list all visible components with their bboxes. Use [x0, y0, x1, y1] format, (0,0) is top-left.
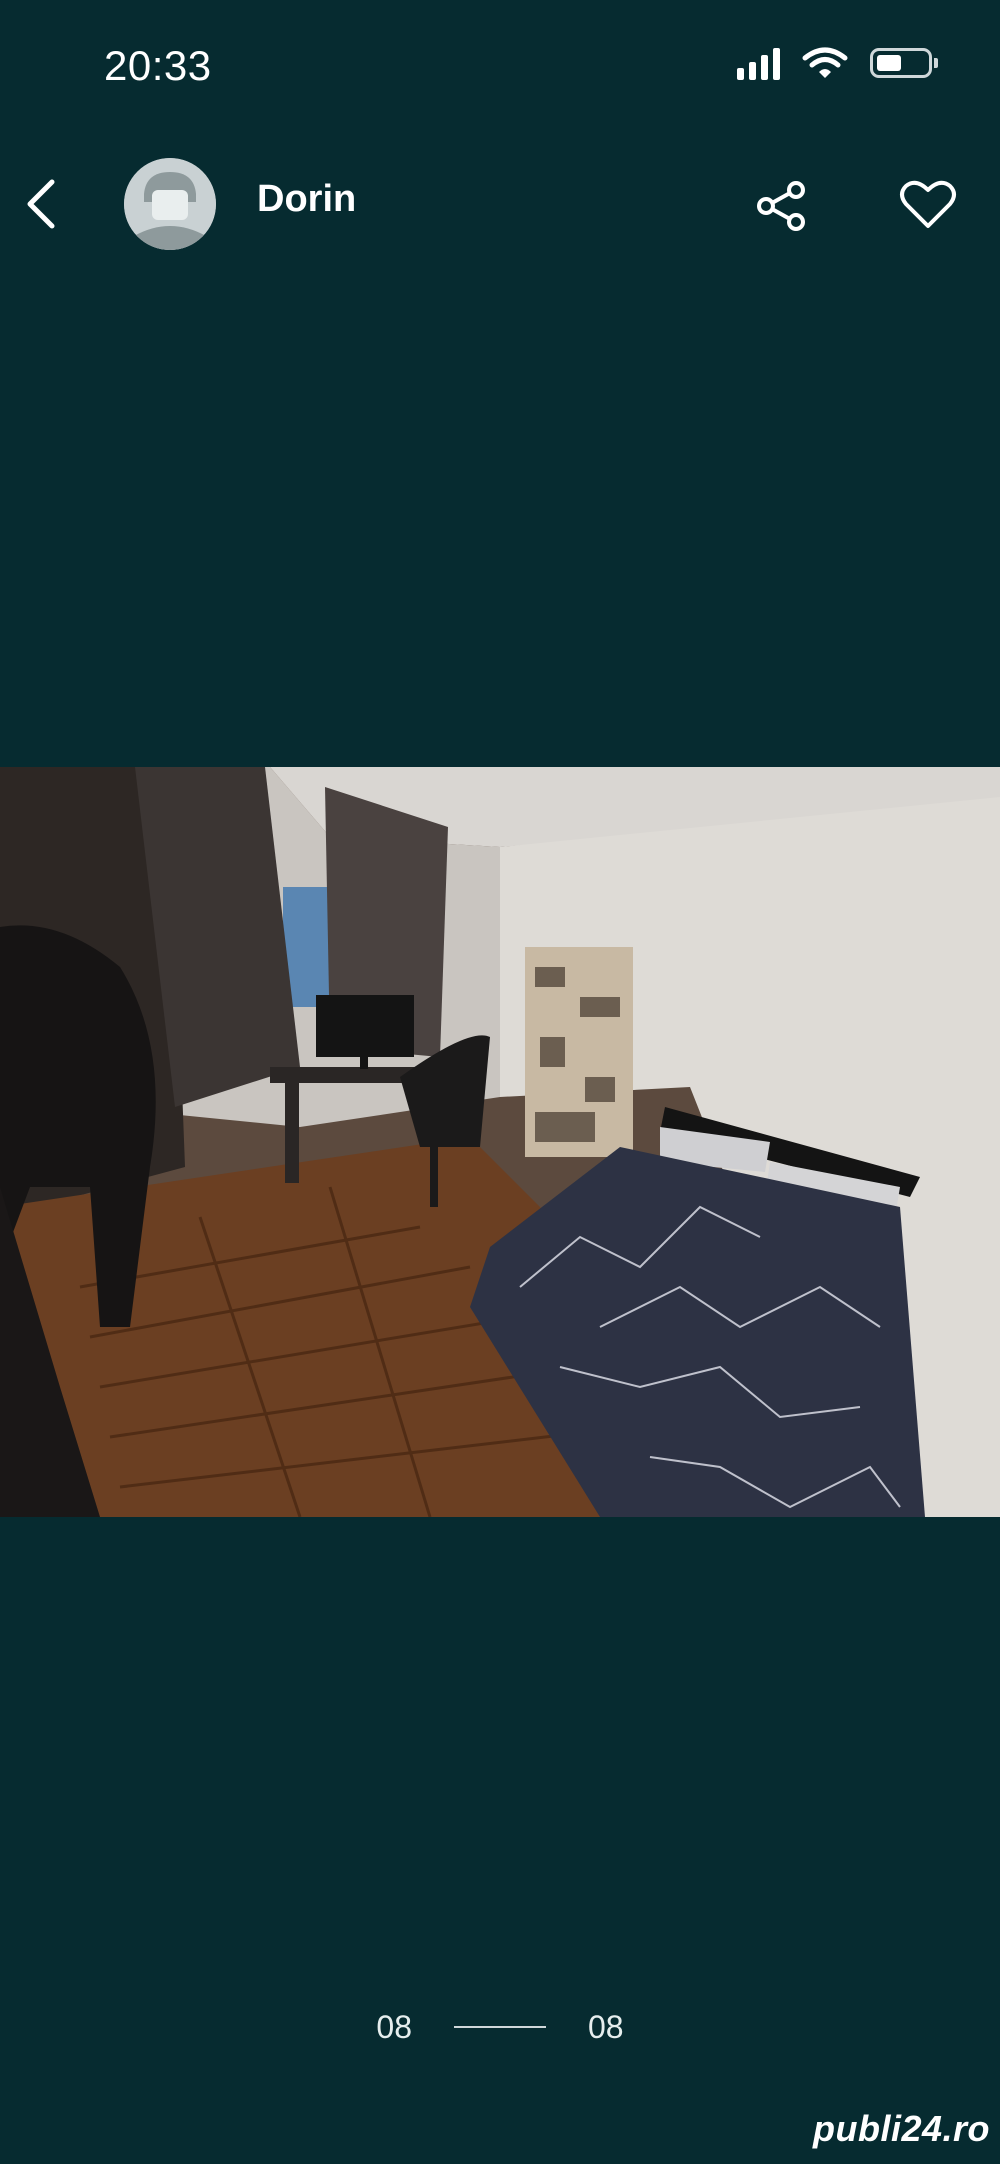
wifi-icon [802, 47, 848, 78]
avatar[interactable] [124, 158, 216, 250]
seller-name[interactable]: Dorin [257, 178, 356, 221]
status-time: 20:33 [104, 42, 212, 89]
gallery-total: 08 [588, 2008, 624, 2045]
gallery-counter: 08 08 [0, 2002, 1000, 2052]
share-icon[interactable] [752, 176, 812, 236]
top-bar: Dorin [0, 150, 1000, 260]
listing-photo[interactable] [0, 767, 1000, 1517]
status-icons [737, 46, 938, 80]
user-placeholder-icon [124, 158, 216, 250]
heart-icon[interactable] [896, 174, 960, 234]
watermark: publi24.ro [812, 2108, 990, 2149]
back-button[interactable] [18, 174, 68, 234]
gallery-current: 08 [376, 2008, 412, 2045]
counter-divider [454, 2026, 546, 2028]
signal-icon [737, 46, 780, 80]
bedroom-photo [0, 767, 1000, 1517]
status-bar: 20:33 [0, 0, 1000, 130]
battery-icon [870, 48, 938, 78]
